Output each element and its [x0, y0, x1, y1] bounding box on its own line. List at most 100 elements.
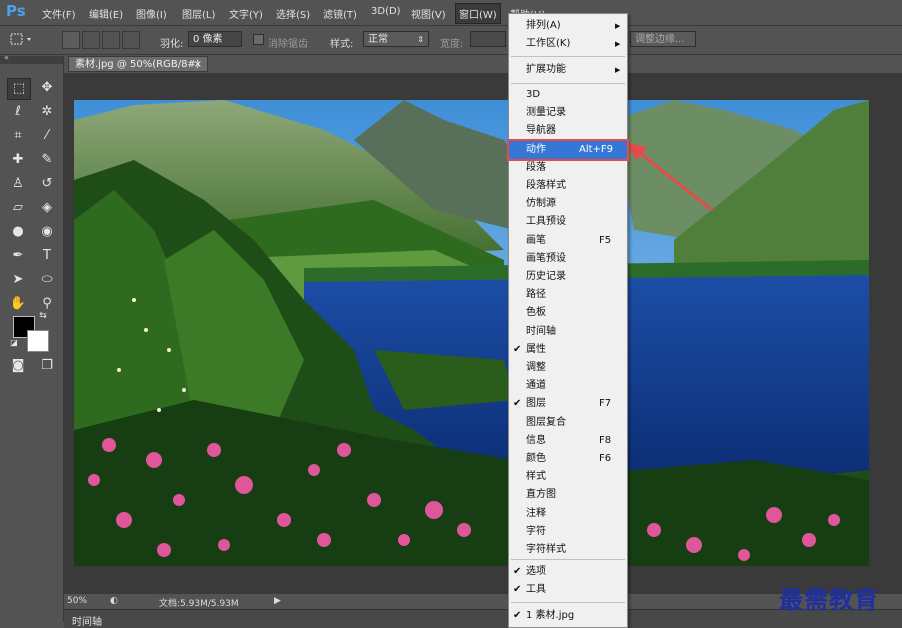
rect-marquee-tool-icon[interactable]: ⬚	[7, 78, 31, 100]
swap-colors-icon[interactable]: ⇆	[37, 310, 49, 322]
menu-item-panel[interactable]: 路径	[509, 286, 627, 304]
menu-item-label: 段落	[526, 161, 546, 173]
menu-item-panel[interactable]: 字符样式	[509, 541, 627, 559]
menu-item-panel[interactable]: 信息 F8	[509, 432, 627, 450]
menu-item-extensions[interactable]: 扩展功能 ▶	[509, 61, 627, 79]
menu-layer[interactable]: 图层(L)	[182, 6, 215, 21]
menu-item-label: 测量记录	[526, 107, 566, 119]
subtract-selection-button[interactable]	[102, 31, 120, 49]
menu-item-panel[interactable]: 仿制源	[509, 195, 627, 213]
menu-view[interactable]: 视图(V)	[411, 6, 446, 21]
menu-window[interactable]: 窗口(W)	[455, 3, 501, 24]
menu-item-panel[interactable]: 直方图	[509, 486, 627, 504]
menu-filter[interactable]: 滤镜(T)	[323, 6, 357, 21]
eraser-tool-icon[interactable]: ▱	[7, 198, 29, 218]
style-select[interactable]: 正常 ⇕	[363, 31, 429, 47]
menu-item-label: 工具预设	[526, 216, 566, 228]
width-input[interactable]	[470, 31, 506, 47]
quick-mask-icon[interactable]: ◙	[7, 356, 29, 376]
background-color-swatch[interactable]	[27, 330, 49, 352]
menu-item-arrange[interactable]: 排列(A) ▶	[509, 17, 627, 35]
menu-item-panel[interactable]: 字符	[509, 523, 627, 541]
lasso-tool-icon[interactable]: ℓ	[7, 102, 29, 122]
menu-file[interactable]: 文件(F)	[42, 6, 76, 21]
menu-item-shortcut: F6	[599, 453, 612, 464]
paint-bucket-tool-icon[interactable]: ◈	[36, 198, 58, 218]
blur-tool-icon[interactable]: ●	[7, 222, 29, 242]
menu-item-panel[interactable]: ✔ 属性	[509, 341, 627, 359]
menu-item-panel[interactable]: 时间轴	[509, 323, 627, 341]
menu-item-panel[interactable]: 3D	[509, 86, 627, 104]
style-label: 样式:	[330, 39, 354, 50]
dodge-tool-icon[interactable]: ◉	[36, 222, 58, 242]
eyedropper-tool-icon[interactable]: ⁄	[36, 126, 58, 146]
submenu-arrow-icon: ▶	[615, 40, 621, 48]
menu-item-panel[interactable]: 动作 Alt+F9	[507, 138, 629, 161]
screen-mode-icon[interactable]: ❐	[36, 356, 58, 376]
type-tool-icon[interactable]: T	[36, 246, 58, 266]
menu-select[interactable]: 选择(S)	[276, 6, 310, 21]
rect-marquee-icon	[10, 33, 31, 45]
close-icon[interactable]: ×	[194, 57, 202, 73]
clone-stamp-tool-icon[interactable]: ♙	[7, 174, 29, 194]
menu-type[interactable]: 文字(Y)	[229, 6, 263, 21]
marquee-preset-picker[interactable]	[8, 31, 36, 47]
menu-item-panel[interactable]: 段落	[509, 159, 627, 177]
zoom-level[interactable]: 50%	[67, 596, 87, 606]
menu-item-panel[interactable]: 色板	[509, 304, 627, 322]
status-bar: 50% ◐ 文档:5.93M/5.93M ▶	[64, 593, 902, 609]
menu-item-panel[interactable]: 调整	[509, 359, 627, 377]
timeline-panel-tab[interactable]: 时间轴	[64, 609, 902, 628]
menu-item-panel[interactable]: ✔ 图层 F7	[509, 395, 627, 413]
add-selection-button[interactable]	[82, 31, 100, 49]
feather-input[interactable]: 0 像素	[188, 31, 242, 47]
menu-item-panel[interactable]: 图层复合	[509, 414, 627, 432]
antialias-checkbox[interactable]	[253, 34, 264, 45]
menu-item-panel[interactable]: 历史记录	[509, 268, 627, 286]
menu-item-panel[interactable]: 画笔预设	[509, 250, 627, 268]
pen-tool-icon[interactable]: ✒	[7, 246, 29, 266]
chevron-updown-icon: ⇕	[417, 35, 424, 44]
magic-wand-tool-icon[interactable]: ✲	[36, 102, 58, 122]
menu-separator	[511, 83, 625, 84]
menu-item-panel[interactable]: 样式	[509, 468, 627, 486]
healing-brush-tool-icon[interactable]: ✚	[7, 150, 29, 170]
collapse-icon: «	[4, 53, 9, 62]
menu-3d[interactable]: 3D(D)	[371, 6, 401, 17]
hand-tool-icon[interactable]: ✋	[7, 294, 29, 314]
menu-edit[interactable]: 编辑(E)	[89, 6, 123, 21]
menu-item-panel[interactable]: 颜色 F6	[509, 450, 627, 468]
menu-item-panel[interactable]: 注释	[509, 505, 627, 523]
menu-item-options[interactable]: ✔ 选项	[509, 563, 627, 581]
menu-item-tools[interactable]: ✔ 工具	[509, 581, 627, 599]
checkmark-icon: ✔	[513, 343, 522, 355]
refine-edge-button[interactable]: 调整边缘...	[630, 31, 696, 47]
menu-item-panel[interactable]: 段落样式	[509, 177, 627, 195]
menu-item-panel[interactable]: 画笔 F5	[509, 232, 627, 250]
history-brush-tool-icon[interactable]: ↺	[36, 174, 58, 194]
path-selection-tool-icon[interactable]: ➤	[7, 270, 29, 290]
width-label: 宽度:	[440, 39, 464, 50]
brush-tool-icon[interactable]: ✎	[36, 150, 58, 170]
menu-item-panel[interactable]: 测量记录	[509, 104, 627, 122]
crop-tool-icon[interactable]: ⌗	[7, 126, 29, 146]
default-colors-icon[interactable]: ◪	[9, 338, 19, 348]
menu-item-panel[interactable]: 导航器	[509, 122, 627, 140]
intersect-selection-button[interactable]	[122, 31, 140, 49]
menu-item-label: 属性	[526, 343, 546, 355]
status-menu-arrow-icon[interactable]: ▶	[274, 596, 281, 606]
move-tool-icon[interactable]: ✥	[36, 78, 58, 98]
new-selection-button[interactable]	[62, 31, 80, 49]
status-info-icon[interactable]: ◐	[110, 596, 118, 606]
menu-item-workspace[interactable]: 工作区(K) ▶	[509, 35, 627, 53]
checkmark-icon: ✔	[513, 566, 522, 577]
canvas-image[interactable]	[74, 100, 869, 566]
panel-collapse-bar[interactable]: «	[0, 53, 63, 64]
menu-item-panel[interactable]: 通道	[509, 377, 627, 395]
document-tab[interactable]: 素材.jpg @ 50%(RGB/8#) ×	[68, 56, 208, 72]
menu-image[interactable]: 图像(I)	[136, 6, 167, 21]
menu-separator	[511, 559, 625, 560]
menu-item-panel[interactable]: 工具预设	[509, 213, 627, 231]
ellipse-tool-icon[interactable]: ⬭	[36, 270, 58, 290]
menu-item-document[interactable]: ✔ 1 素材.jpg	[509, 607, 627, 625]
